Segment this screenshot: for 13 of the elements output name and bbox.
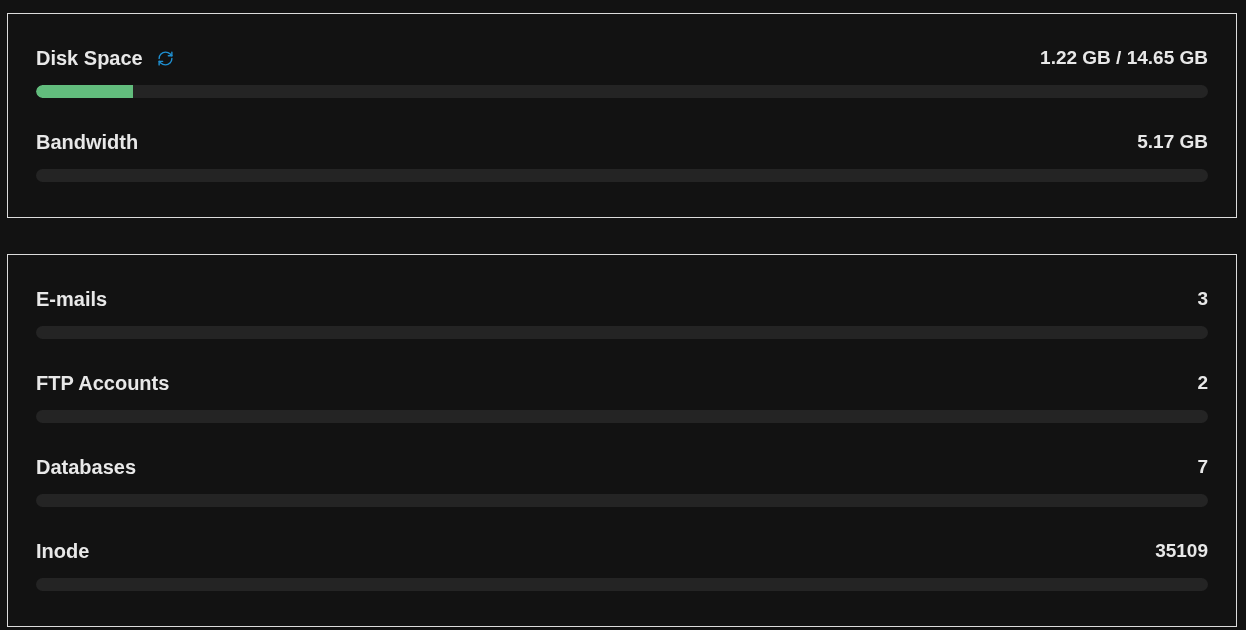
usage-value: 1.22 GB / 14.65 GB [1040,46,1208,70]
usage-value: 3 [1197,287,1208,311]
usage-value: 5.17 GB [1137,130,1208,154]
usage-value: 35109 [1155,539,1208,563]
usage-label: FTP Accounts [36,371,170,396]
usage-label: Bandwidth [36,130,139,155]
usage-label: Inode [36,539,90,564]
usage-label: Databases [36,455,137,480]
refresh-icon[interactable] [156,49,174,67]
usage-value: 7 [1197,455,1208,479]
usage-label: E-mails [36,287,108,312]
usage-label: Disk Space [36,46,143,71]
usage-value: 2 [1197,371,1208,395]
